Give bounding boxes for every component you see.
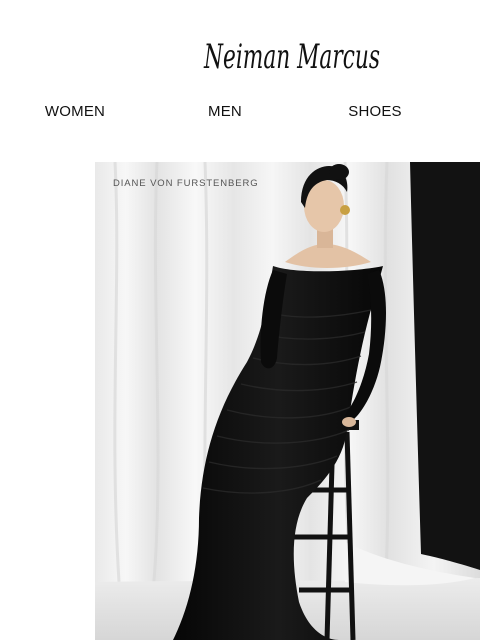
hero-brand-caption: DIANE VON FURSTENBERG: [113, 178, 259, 189]
top-navigation: WOMEN MEN SHOES: [0, 100, 480, 126]
nav-link-men[interactable]: MEN: [165, 100, 285, 124]
hair-bun: [329, 164, 349, 180]
nav-link-shoes[interactable]: SHOES: [315, 100, 435, 124]
black-curtain: [410, 162, 480, 570]
nav-link-women[interactable]: WOMEN: [15, 100, 135, 124]
right-hand: [342, 417, 356, 427]
hero-photo-model-in-black-gown: [95, 162, 480, 640]
logo-wordmark-text: Neiman Marcus: [203, 37, 380, 77]
gold-earring: [340, 205, 350, 215]
neiman-marcus-logo[interactable]: Neiman Marcus: [200, 18, 400, 90]
hero-image-link[interactable]: DIANE VON FURSTENBERG: [95, 162, 480, 640]
neiman-marcus-wordmark: Neiman Marcus: [203, 37, 380, 77]
email-header: Neiman Marcus WOMEN MEN SHOES: [0, 0, 480, 140]
